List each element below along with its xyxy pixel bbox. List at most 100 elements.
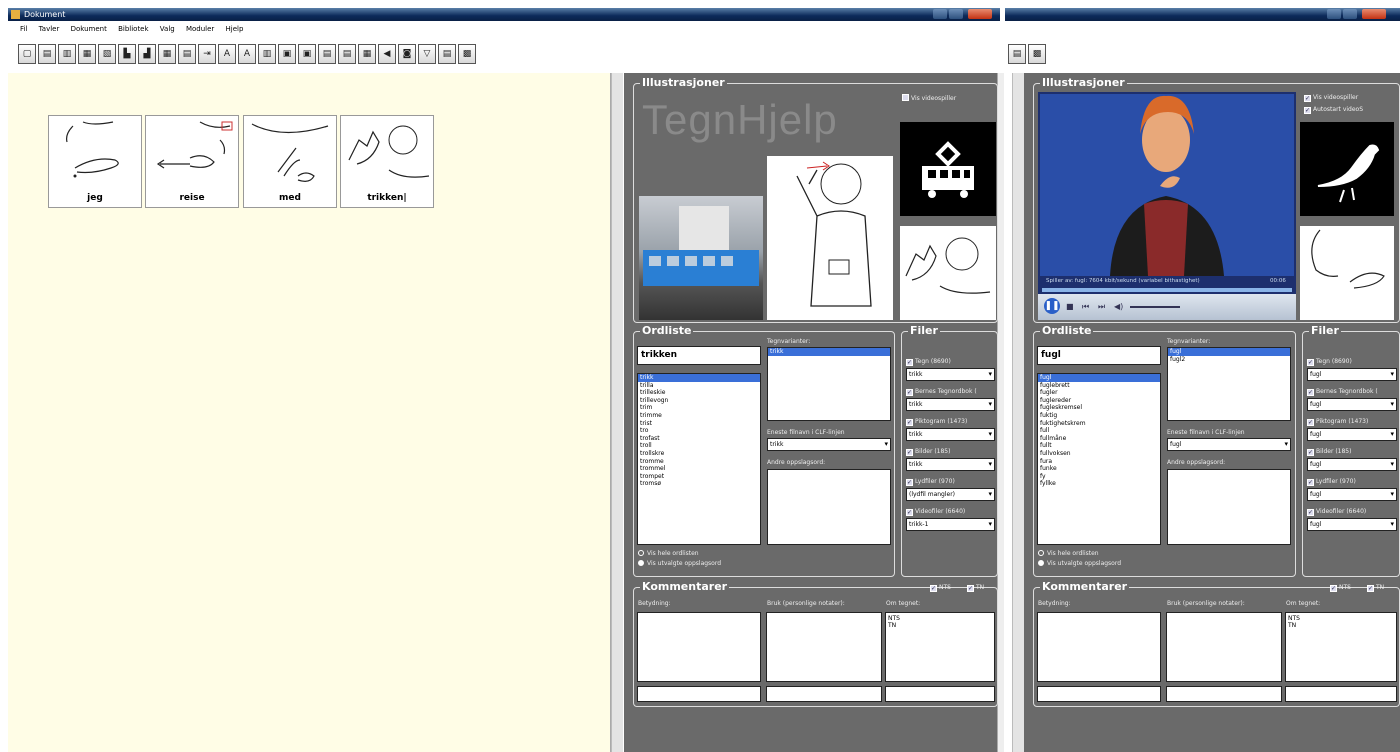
save-button[interactable]: ▥ bbox=[58, 44, 76, 64]
meaning-input[interactable] bbox=[1037, 686, 1161, 702]
menu-tavler[interactable]: Tavler bbox=[39, 25, 60, 33]
text-small-button[interactable]: A bbox=[238, 44, 256, 64]
print-button[interactable]: ▦ bbox=[78, 44, 96, 64]
panel-scrollbar[interactable] bbox=[997, 73, 1004, 752]
grid-button[interactable]: ▦ bbox=[158, 44, 176, 64]
file-checkbox[interactable]: ✓ Bernes Tegnordbok ( bbox=[1307, 388, 1378, 396]
file-select[interactable]: fugl bbox=[1307, 368, 1397, 381]
sound-button[interactable]: ◀ bbox=[378, 44, 396, 64]
menu-hjelp[interactable]: Hjelp bbox=[226, 25, 244, 33]
tool-15-button[interactable]: ▣ bbox=[298, 44, 316, 64]
list-item[interactable]: fugler bbox=[1038, 389, 1160, 397]
usage-input[interactable] bbox=[1166, 686, 1282, 702]
file-checkbox[interactable]: ✓ Piktogram (1473) bbox=[906, 418, 967, 426]
file-select[interactable]: trikk bbox=[906, 398, 995, 411]
video-seek-bar[interactable] bbox=[1042, 288, 1292, 292]
maximize-button[interactable] bbox=[949, 9, 963, 19]
pause-button[interactable]: ❚❚ bbox=[1044, 298, 1060, 314]
list-item[interactable]: fullt bbox=[1038, 442, 1160, 450]
file-checkbox[interactable]: ✓ Videofiler (6640) bbox=[906, 508, 965, 516]
list-item[interactable]: trikk bbox=[768, 348, 890, 356]
text-large-button[interactable]: A bbox=[218, 44, 236, 64]
file-select[interactable]: fugl bbox=[1307, 398, 1397, 411]
show-video-checkbox[interactable]: ✓ Vis videospiller bbox=[1304, 94, 1358, 102]
filter-button[interactable]: ▽ bbox=[418, 44, 436, 64]
next-button[interactable]: ⏭ bbox=[1098, 302, 1105, 312]
show-all-radio[interactable]: Vis hele ordlisten bbox=[1038, 550, 1099, 557]
symbol-card[interactable]: jeg bbox=[48, 115, 142, 208]
only-form-select[interactable]: fugl bbox=[1167, 438, 1291, 451]
menu-fil[interactable]: Fil bbox=[20, 25, 27, 33]
word-search-input[interactable]: trikken bbox=[637, 346, 761, 365]
panel2-left-scrollbar[interactable] bbox=[1012, 73, 1024, 752]
list-item[interactable]: trilla bbox=[638, 382, 760, 390]
about-sign-textarea[interactable]: NTS TN bbox=[885, 612, 995, 682]
show-video-checkbox[interactable]: Vis videospiller bbox=[902, 94, 956, 102]
show-selected-radio[interactable]: Vis utvalgte oppslagsord bbox=[1038, 560, 1121, 567]
list-item[interactable]: trillevogn bbox=[638, 397, 760, 405]
layout-button-right[interactable]: ▤ bbox=[1008, 44, 1026, 64]
tool-17-button[interactable]: ▤ bbox=[338, 44, 356, 64]
close-button[interactable] bbox=[968, 9, 992, 19]
list-item[interactable]: trofast bbox=[638, 435, 760, 443]
list-item[interactable]: fullmåne bbox=[1038, 435, 1160, 443]
tool-5-button[interactable]: ▧ bbox=[98, 44, 116, 64]
prev-button[interactable]: ⏮ bbox=[1082, 302, 1089, 312]
tool-9-button[interactable]: ▤ bbox=[178, 44, 196, 64]
document-scrollbar[interactable] bbox=[611, 73, 623, 752]
file-checkbox[interactable]: ✓ Tegn (8690) bbox=[1307, 358, 1352, 366]
tool-6-button[interactable]: ▙ bbox=[118, 44, 136, 64]
usage-textarea[interactable] bbox=[766, 612, 882, 682]
file-checkbox[interactable]: ✓ Bilder (185) bbox=[1307, 448, 1351, 456]
tn-checkbox[interactable]: ✓ TN bbox=[1367, 584, 1384, 592]
list-item[interactable]: funke bbox=[1038, 465, 1160, 473]
list-item[interactable]: fugl bbox=[1038, 374, 1160, 382]
menu-bibliotek[interactable]: Bibliotek bbox=[118, 25, 148, 33]
list-item[interactable]: trist bbox=[638, 420, 760, 428]
other-entry-box[interactable] bbox=[767, 469, 891, 545]
list-item[interactable]: fugl2 bbox=[1168, 356, 1290, 364]
list-item[interactable]: fuktighetskrem bbox=[1038, 420, 1160, 428]
meaning-input[interactable] bbox=[637, 686, 761, 702]
list-item[interactable]: fyllke bbox=[1038, 480, 1160, 488]
list-item[interactable]: fy bbox=[1038, 473, 1160, 481]
minimize-button-right[interactable] bbox=[1327, 9, 1341, 19]
list-item[interactable]: tro bbox=[638, 427, 760, 435]
word-list[interactable]: trikk trilla trilleskie trillevogn trim … bbox=[637, 373, 761, 545]
video-button[interactable]: ◙ bbox=[398, 44, 416, 64]
file-select[interactable]: fugl bbox=[1307, 518, 1397, 531]
list-item[interactable]: full bbox=[1038, 427, 1160, 435]
file-checkbox[interactable]: ✓ Bilder (185) bbox=[906, 448, 950, 456]
word-list[interactable]: fugl fuglebrett fugler fuglereder fugles… bbox=[1037, 373, 1161, 545]
list-item[interactable]: fuglereder bbox=[1038, 397, 1160, 405]
about-sign-textarea[interactable]: NTS TN bbox=[1285, 612, 1397, 682]
about-sign-input[interactable] bbox=[885, 686, 995, 702]
list-item[interactable]: trompet bbox=[638, 473, 760, 481]
tool-10-button[interactable]: ⇥ bbox=[198, 44, 216, 64]
tool-14-button[interactable]: ▣ bbox=[278, 44, 296, 64]
file-select[interactable]: trikk-1 bbox=[906, 518, 995, 531]
menu-valg[interactable]: Valg bbox=[160, 25, 175, 33]
list-item[interactable]: trim bbox=[638, 404, 760, 412]
volume-icon[interactable]: ◀) bbox=[1114, 302, 1123, 311]
show-all-radio[interactable]: Vis hele ordlisten bbox=[638, 550, 699, 557]
only-form-select[interactable]: trikk bbox=[767, 438, 891, 451]
file-select[interactable]: trikk bbox=[906, 368, 995, 381]
autostart-video-checkbox[interactable]: ✓ Autostart videoS bbox=[1304, 106, 1363, 114]
list-item[interactable]: trommel bbox=[638, 465, 760, 473]
usage-input[interactable] bbox=[766, 686, 882, 702]
maximize-button-right[interactable] bbox=[1343, 9, 1357, 19]
file-select[interactable]: fugl bbox=[1307, 428, 1397, 441]
list-item[interactable]: trollskre bbox=[638, 450, 760, 458]
list-item[interactable]: fugl bbox=[1168, 348, 1290, 356]
file-checkbox[interactable]: ✓ Piktogram (1473) bbox=[1307, 418, 1368, 426]
usage-textarea[interactable] bbox=[1166, 612, 1282, 682]
file-select[interactable]: fugl bbox=[1307, 488, 1397, 501]
show-selected-radio[interactable]: Vis utvalgte oppslagsord bbox=[638, 560, 721, 567]
list-item[interactable]: trilleskie bbox=[638, 389, 760, 397]
list-item[interactable]: fuktig bbox=[1038, 412, 1160, 420]
symbol-card[interactable]: reise bbox=[145, 115, 239, 208]
meaning-textarea[interactable] bbox=[1037, 612, 1161, 682]
stop-button[interactable]: ■ bbox=[1066, 302, 1074, 311]
list-item[interactable]: fugleskremsel bbox=[1038, 404, 1160, 412]
